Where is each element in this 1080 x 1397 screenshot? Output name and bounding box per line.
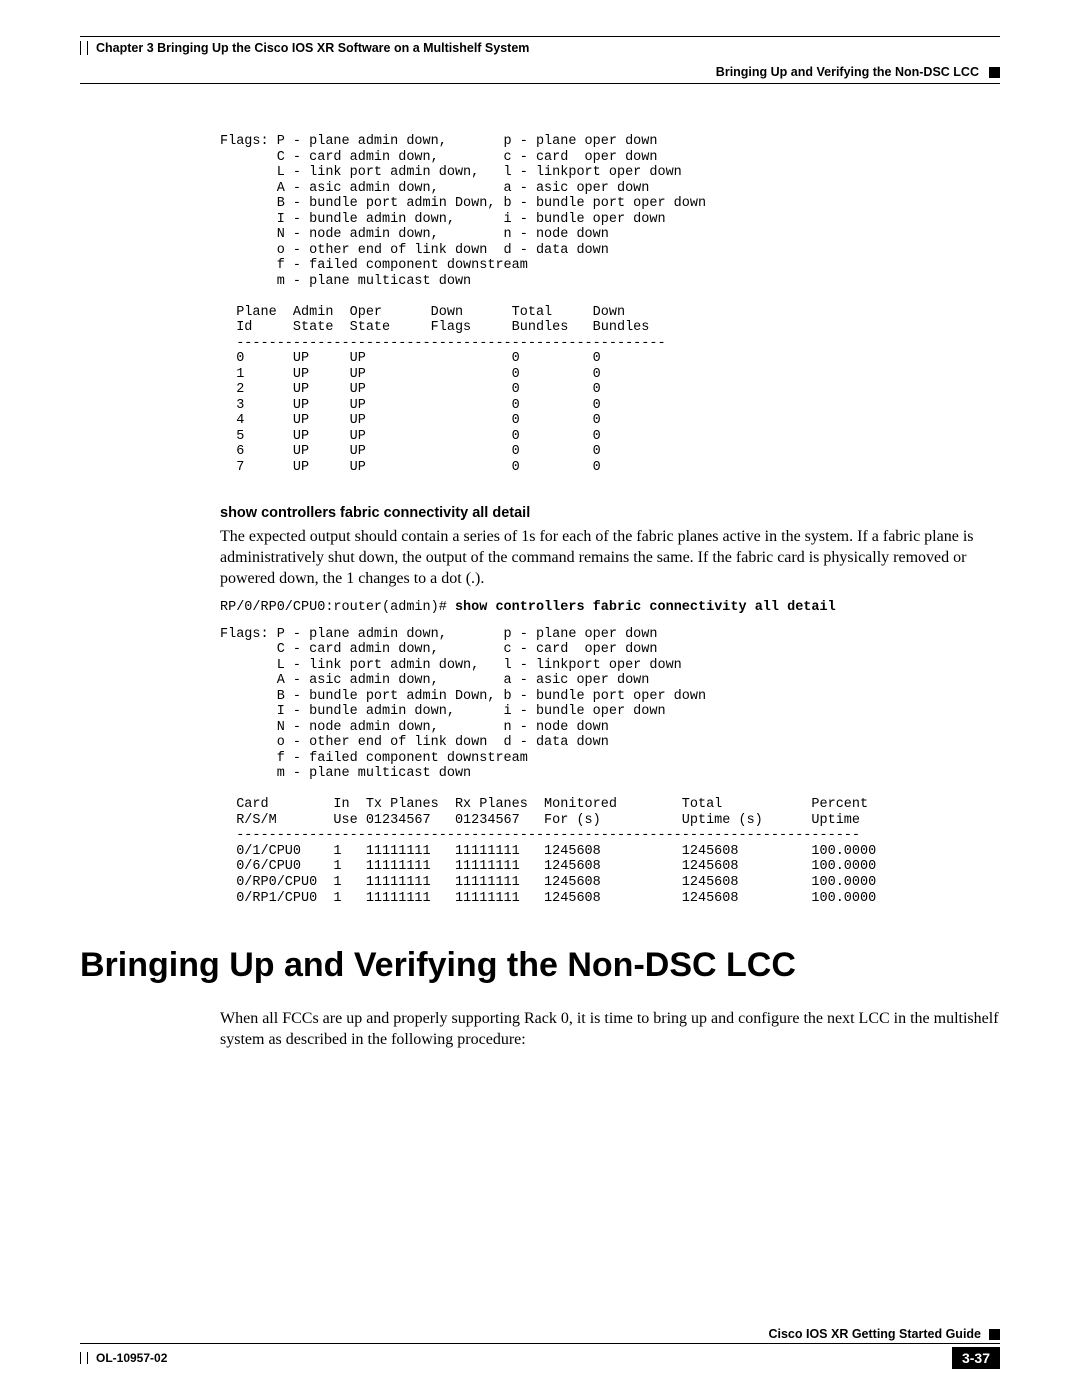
closing-content: When all FCCs are up and properly suppor… <box>220 1009 1000 1051</box>
footer-bottom: OL-10957-02 3-37 <box>80 1347 1000 1369</box>
doc-id-marker-icon <box>80 1352 88 1364</box>
section-title: Bringing Up and Verifying the Non-DSC LC… <box>716 65 979 79</box>
footer-rule <box>80 1343 1000 1344</box>
cli-command: show controllers fabric connectivity all… <box>455 600 836 615</box>
footer-top: Cisco IOS XR Getting Started Guide <box>80 1327 1000 1341</box>
chapter-title: Chapter 3 Bringing Up the Cisco IOS XR S… <box>96 41 529 55</box>
footer: Cisco IOS XR Getting Started Guide OL-10… <box>80 1327 1000 1369</box>
plane-table: Plane Admin Oper Down Total Down Id Stat… <box>220 305 666 475</box>
closing-paragraph: When all FCCs are up and properly suppor… <box>220 1009 1000 1051</box>
section-marker-icon <box>989 67 1000 78</box>
header-rule-top <box>80 36 1000 37</box>
chapter-row: Chapter 3 Bringing Up the Cisco IOS XR S… <box>80 41 1000 55</box>
flags-text-2: Flags: P - plane admin down, p - plane o… <box>220 627 706 782</box>
connectivity-table: Card In Tx Planes Rx Planes Monitored To… <box>220 797 876 905</box>
doc-id: OL-10957-02 <box>96 1351 167 1365</box>
footer-end-marker-icon <box>989 1329 1000 1340</box>
flags-text-1: Flags: P - plane admin down, p - plane o… <box>220 134 706 289</box>
flags-block-1: Flags: P - plane admin down, p - plane o… <box>220 134 1000 475</box>
cli-prompt: RP/0/RP0/CPU0:router(admin)# <box>220 600 455 615</box>
flags-block-2: Flags: P - plane admin down, p - plane o… <box>220 627 1000 906</box>
footer-guide-title: Cisco IOS XR Getting Started Guide <box>768 1327 981 1341</box>
doc-id-wrap: OL-10957-02 <box>80 1351 167 1365</box>
content-area: Flags: P - plane admin down, p - plane o… <box>220 134 1000 906</box>
cli-prompt-line: RP/0/RP0/CPU0:router(admin)# show contro… <box>220 600 1000 615</box>
header-rule-bottom <box>80 83 1000 84</box>
chapter-marker-icon <box>80 41 88 55</box>
page-heading: Bringing Up and Verifying the Non-DSC LC… <box>80 946 1000 985</box>
page-number: 3-37 <box>952 1347 1000 1369</box>
paragraph-expected-output: The expected output should contain a ser… <box>220 527 1000 589</box>
subheading-show-controllers: show controllers fabric connectivity all… <box>220 505 1000 521</box>
section-row: Bringing Up and Verifying the Non-DSC LC… <box>80 65 1000 79</box>
